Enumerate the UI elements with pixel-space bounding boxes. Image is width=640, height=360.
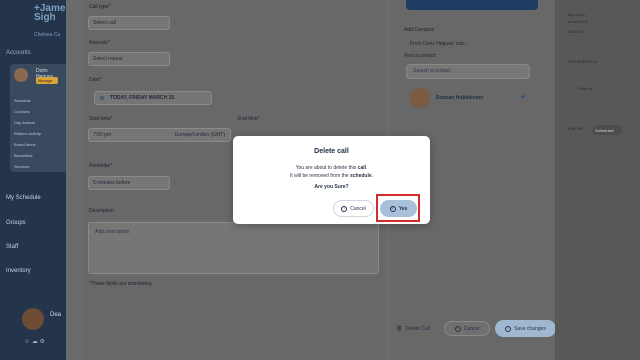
footer-icons: ☺ ☁ ⚙: [24, 339, 45, 345]
sidebar-item-rhibico-activity[interactable]: Rhibico Activity: [14, 131, 41, 136]
cancel-icon: ×: [341, 205, 348, 212]
reminder-label: Reminder*: [89, 163, 113, 169]
start-time-label: Start time*: [89, 116, 113, 122]
right-text-3: ARCH 15: [568, 29, 585, 34]
date-picker[interactable]: TODAY, FRIDAY MARCH 15: [94, 91, 212, 105]
delete-call-label: Delete Call: [405, 325, 430, 332]
right-column: [555, 0, 640, 360]
footer-user-name: Dea: [50, 312, 62, 318]
contact-avatar: [410, 88, 430, 108]
filter-label[interactable]: Filter by: [578, 86, 592, 91]
find-contact-label: Find a contact: [404, 53, 436, 59]
modal-text-1-prefix: You are about to delete this: [295, 165, 358, 171]
start-time-field[interactable]: 7:00 pm Europe/London (GMT): [88, 128, 231, 142]
sidebar-nav-my-schedule[interactable]: My Schedule: [6, 195, 41, 201]
sidebar-item-board-items[interactable]: Board Items: [14, 142, 36, 147]
modal-text-2: It will be removed from the schedule.: [233, 173, 430, 179]
repeats-label: Repeats*: [89, 40, 110, 46]
form-cancel-label: Cancel: [463, 325, 480, 332]
modal-text-1-bold: call: [357, 165, 367, 171]
brand-logo: +Jame Sigh: [34, 4, 65, 23]
sidebar-item-contacts[interactable]: Contacts: [14, 109, 30, 114]
app-root: +Jame Sigh Chelsea Ca Accounts Doris Heg…: [0, 0, 640, 360]
top-blue-banner: [406, 0, 538, 10]
start-time-value: 7:00 pm: [93, 132, 112, 138]
timezone-value: Europe/London (GMT): [174, 132, 225, 138]
contact-name: Duncan Hubbleston: [436, 95, 484, 101]
form-cancel-button[interactable]: × Cancel: [444, 321, 490, 336]
right-text-4: DAY MARCH 15: [568, 59, 598, 64]
logo-line-2: Sigh: [34, 12, 56, 23]
account-avatar: [14, 68, 28, 82]
description-textarea[interactable]: Add description: [88, 222, 379, 274]
trash-icon: 🗑: [396, 325, 403, 332]
sidebar-item-schedule[interactable]: Schedule: [14, 98, 31, 103]
sidebar: +Jame Sigh Chelsea Ca Accounts Doris Heg…: [0, 0, 66, 360]
modal-text-1-suffix: .: [366, 165, 368, 171]
sidebar-accounts-label: Accounts: [6, 50, 31, 56]
modal-text-1: You are about to delete this call.: [233, 165, 430, 171]
sidebar-nav-inventory[interactable]: Inventory: [6, 268, 31, 274]
date-label: Date*: [89, 77, 102, 83]
save-changes-label: Save changes: [514, 325, 546, 332]
sidebar-nav-groups[interactable]: Groups: [6, 220, 26, 226]
modal-cancel-label: Cancel: [350, 205, 366, 212]
status-text: Scheduled: [595, 128, 614, 133]
call-type-label: Call type*: [89, 4, 111, 10]
account-badge[interactable]: Manage: [36, 77, 58, 84]
sidebar-item-services[interactable]: Services: [14, 164, 29, 169]
add-contact-icon[interactable]: +: [520, 93, 526, 103]
mandatory-note: *These fields are mandatory.: [89, 281, 153, 287]
contact-search-input[interactable]: Search a contact: [406, 64, 530, 79]
sidebar-item-biometrics[interactable]: Biomettics: [14, 153, 32, 158]
call-type-select[interactable]: Select call: [88, 16, 170, 30]
save-changes-button[interactable]: ✓ Save changes: [495, 320, 556, 337]
description-label: Description: [89, 208, 115, 214]
brand-subtitle: Chelsea Ca: [34, 32, 61, 38]
sidebar-item-day-actions[interactable]: Day Actions: [14, 120, 35, 125]
modal-text-2-bold: schedule: [349, 173, 372, 179]
right-text-2: ences RLD: [568, 19, 588, 24]
check-icon: ✓: [505, 325, 512, 332]
modal-title: Delete call: [314, 148, 349, 155]
right-text-1: ting room: [568, 12, 585, 17]
repeats-select[interactable]: Select repeat: [88, 52, 170, 66]
reminder-select[interactable]: 5 minutes before: [88, 176, 170, 190]
modal-text-2-suffix: .: [371, 173, 374, 179]
date-value: TODAY, FRIDAY MARCH 15: [110, 95, 175, 101]
add-contacts-heading: Add Contacts: [404, 27, 435, 33]
modal-question: Are you Sure?: [314, 184, 349, 190]
sidebar-nav-staff[interactable]: Staff: [6, 244, 18, 250]
right-time: 6:30 PM: [568, 126, 583, 131]
cancel-icon: ×: [454, 325, 461, 332]
contacts-source[interactable]: From Doris Hegues' con...: [410, 41, 468, 47]
modal-text-2-prefix: It will be removed from the: [289, 173, 350, 179]
footer-avatar: [22, 308, 44, 330]
end-time-label: End time*: [238, 116, 260, 122]
delete-call-button[interactable]: 🗑 Delete Call: [390, 322, 436, 335]
modal-cancel-button[interactable]: × Cancel: [333, 200, 374, 217]
contact-row: Duncan Hubbleston +: [410, 87, 526, 109]
yes-button-highlight: [376, 194, 420, 222]
calendar-icon: [100, 96, 104, 100]
